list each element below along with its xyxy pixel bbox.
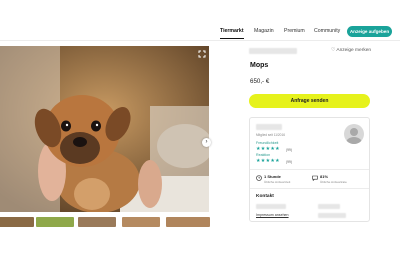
clock-icon: [256, 175, 262, 181]
member-since: Mitglied seit 11/2016: [256, 133, 285, 137]
thumbnail[interactable]: [78, 217, 116, 227]
card-divider: [250, 188, 369, 189]
listing-price: 650,- €: [250, 78, 270, 85]
rating-label-reaction: Reaktion: [256, 153, 271, 157]
chevron-right-icon[interactable]: ›: [202, 138, 211, 147]
listing-title: Mops: [250, 62, 269, 69]
imprint-link[interactable]: Impressum ansehen: [256, 213, 289, 217]
avatar-placeholder-icon: [346, 128, 362, 144]
blurred-contact-name: [256, 204, 286, 209]
expand-icon[interactable]: [198, 50, 206, 58]
tab-community[interactable]: Community: [314, 28, 340, 34]
thumbnail[interactable]: [166, 217, 210, 227]
avatar[interactable]: [344, 124, 364, 144]
response-time-label: Übliche Antwortzeit: [264, 179, 291, 184]
tab-magazin[interactable]: Magazin: [254, 28, 274, 34]
star-rating-icon: ★★★★★: [256, 146, 280, 152]
chat-icon: [312, 175, 318, 181]
tab-premium[interactable]: Premium: [284, 28, 305, 34]
listing-main-photo[interactable]: [0, 46, 209, 212]
thumbnail[interactable]: [0, 217, 34, 227]
response-rate-label: Übliche Antwortrate: [320, 179, 347, 184]
rating-label-friendliness: Freundlichkeit: [256, 141, 279, 145]
response-rate-value: 81%: [320, 174, 329, 179]
blurred-contact-detail: [318, 204, 340, 209]
contact-heading: Kontakt: [256, 194, 274, 199]
blurred-seller-name: [256, 124, 282, 130]
rating-count: (99): [286, 147, 293, 152]
thumbnail-strip: [0, 217, 210, 227]
card-divider: [250, 169, 369, 170]
blurred-breadcrumb: [249, 48, 297, 54]
send-request-button[interactable]: Anfrage senden: [249, 94, 370, 108]
top-navigation: Tiermarkt Magazin Premium Community Anze…: [218, 24, 400, 40]
rating-count: (99): [286, 159, 293, 164]
thumbnail[interactable]: [36, 217, 74, 227]
heart-outline-icon: ♡: [331, 48, 336, 53]
bookmark-button[interactable]: ♡ Anzeige merken: [331, 48, 371, 53]
response-time-value: 1 Stunde: [264, 174, 281, 179]
tab-tiermarkt[interactable]: Tiermarkt: [220, 28, 244, 34]
thumbnail[interactable]: [122, 217, 160, 227]
puppy-photo: [0, 46, 209, 212]
seller-card: Mitglied seit 11/2016 Freundlichkeit ★★★…: [249, 117, 370, 222]
blurred-contact-detail: [318, 213, 346, 218]
active-tab-indicator: [220, 38, 244, 40]
star-rating-icon: ★★★★★: [256, 158, 280, 164]
post-listing-button[interactable]: Anzeige aufgeben: [347, 26, 392, 37]
header-divider: [0, 40, 400, 41]
